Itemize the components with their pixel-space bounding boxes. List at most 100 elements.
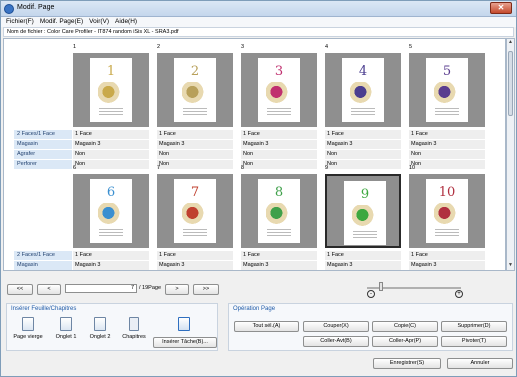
page-thumbnail[interactable]: 5 (409, 53, 485, 127)
page-setting-cell[interactable]: Magasin 3 (241, 261, 317, 270)
paste-after-button[interactable]: Coller-Apr(P) (372, 336, 438, 347)
page-setting-cell[interactable]: Non (409, 150, 485, 159)
select-all-button[interactable]: Tout sél.(A) (234, 321, 299, 332)
page-setting-cell[interactable]: Non (409, 160, 485, 169)
page-setting-cell[interactable]: 1 Face (73, 130, 149, 139)
delete-button[interactable]: Supprimer(D) (441, 321, 507, 332)
tab-page-icon (60, 317, 72, 331)
page-setting-cell[interactable]: Magasin 3 (409, 140, 485, 149)
page-preview: 4 (342, 58, 384, 122)
chapters-tool[interactable]: Chapitres (115, 317, 153, 340)
page-setting-cell[interactable]: Non (73, 160, 149, 169)
page-settings: 1 FaceMagasin 3NonNon (409, 251, 485, 270)
page-setting-cell[interactable]: 1 Face (73, 251, 149, 260)
page-illustration (98, 203, 124, 225)
page-setting-cell[interactable]: Magasin 3 (73, 261, 149, 270)
page-setting-cell[interactable]: 1 Face (241, 130, 317, 139)
page-setting-cell[interactable]: Magasin 3 (241, 140, 317, 149)
scroll-down-arrow-icon[interactable]: ▼ (507, 262, 514, 270)
page-text-line (267, 111, 291, 112)
row-labels-1: 2 Faces/1 Face Magasin Agrafer Perforer (14, 130, 72, 170)
page-thumbnail[interactable]: 3 (241, 53, 317, 127)
page-setting-cell[interactable]: 1 Face (241, 251, 317, 260)
page-thumbnail[interactable]: 10 (409, 174, 485, 248)
page-text-line (183, 232, 207, 233)
page-number-input[interactable]: 7 (65, 284, 137, 293)
page-text-line (99, 229, 123, 230)
page-setting-cell[interactable]: Non (325, 160, 401, 169)
page-thumbnail[interactable]: 4 (325, 53, 401, 127)
page-setting-cell[interactable]: Magasin 3 (73, 140, 149, 149)
page-thumbnail[interactable]: 6 (73, 174, 149, 248)
page-digit: 4 (358, 64, 368, 79)
prev-page-button[interactable]: < (37, 284, 61, 295)
page-number-label: 5 (409, 44, 413, 50)
page-preview: 2 (174, 58, 216, 122)
save-button[interactable]: Enregistrer(S) (373, 358, 441, 369)
last-page-button[interactable]: >> (193, 284, 219, 295)
page-setting-cell[interactable]: Non (241, 160, 317, 169)
page-thumbnail[interactable]: 7 (157, 174, 233, 248)
page-setting-cell[interactable]: Non (73, 150, 149, 159)
tab1-tool[interactable]: Onglet 1 (47, 317, 85, 340)
page-setting-cell[interactable]: Magasin 3 (157, 140, 233, 149)
page-thumbnail[interactable]: 9 (325, 174, 401, 248)
page-setting-cell[interactable]: Magasin 3 (409, 261, 485, 270)
row-label-punch: Perforer (14, 160, 72, 169)
page-setting-cell[interactable]: Non (241, 150, 317, 159)
first-page-button[interactable]: << (7, 284, 33, 295)
page-number-label: 1 (73, 44, 77, 50)
menu-modif-page[interactable]: Modif. Page(E) (40, 17, 83, 27)
rotate-button[interactable]: Pivoter(T) (441, 336, 507, 347)
menu-fichier[interactable]: Fichier(F) (6, 17, 34, 27)
page-setting-cell[interactable]: Magasin 3 (325, 261, 401, 270)
page-setting-cell[interactable]: Magasin 3 (157, 261, 233, 270)
page-digit: 7 (190, 185, 200, 200)
page-setting-cell[interactable]: 1 Face (325, 130, 401, 139)
menu-voir[interactable]: Voir(V) (89, 17, 109, 27)
menu-aide[interactable]: Aide(H) (115, 17, 137, 27)
page-text-line (99, 114, 123, 115)
blank-page-tool[interactable]: Page vierge (9, 317, 47, 340)
page-setting-cell[interactable]: 1 Face (409, 251, 485, 260)
copy-button[interactable]: Copie(C) (372, 321, 438, 332)
page-digit: 5 (442, 64, 452, 79)
page-setting-cell[interactable]: Non (157, 150, 233, 159)
page-illustration (350, 82, 376, 104)
page-text-line (99, 111, 123, 112)
page-settings: 1 FaceMagasin 3NonNon (409, 130, 485, 170)
scroll-up-arrow-icon[interactable]: ▲ (507, 39, 514, 47)
page-setting-cell[interactable]: Non (325, 150, 401, 159)
page-setting-cell[interactable]: Magasin 3 (325, 140, 401, 149)
page-setting-cell[interactable]: 1 Face (409, 130, 485, 139)
insert-job-tool (159, 317, 209, 334)
zoom-in-icon[interactable]: + (455, 290, 463, 298)
page-setting-cell[interactable]: 1 Face (157, 130, 233, 139)
page-illustration (434, 82, 460, 104)
page-grid[interactable]: 2 Faces/1 Face Magasin Agrafer Perforer … (3, 38, 506, 271)
page-thumbnail[interactable]: 8 (241, 174, 317, 248)
page-settings: 1 FaceMagasin 3NonNon (73, 130, 149, 170)
page-thumbnail[interactable]: 2 (157, 53, 233, 127)
page-text-line (353, 231, 377, 232)
tab2-tool[interactable]: Onglet 2 (81, 317, 119, 340)
zoom-slider-thumb[interactable] (379, 282, 383, 291)
insert-job-button[interactable]: Insérer Tâche(B)... (153, 337, 217, 348)
cut-button[interactable]: Couper(X) (303, 321, 369, 332)
page-setting-cell[interactable]: Non (157, 160, 233, 169)
cancel-button[interactable]: Annuler (447, 358, 513, 369)
paste-before-button[interactable]: Coller-Avt(B) (303, 336, 369, 347)
next-page-button[interactable]: > (165, 284, 189, 295)
zoom-out-icon[interactable]: - (367, 290, 375, 298)
page-setting-cell[interactable]: 1 Face (325, 251, 401, 260)
page-text-line (183, 114, 207, 115)
scroll-thumb[interactable] (508, 51, 513, 116)
page-text-line (435, 108, 459, 109)
page-thumbnail[interactable]: 1 (73, 53, 149, 127)
vertical-scrollbar[interactable]: ▲ ▼ (506, 38, 515, 271)
page-text-line (351, 114, 375, 115)
page-illustration (266, 203, 292, 225)
close-button[interactable]: ✕ (490, 2, 512, 14)
page-setting-cell[interactable]: 1 Face (157, 251, 233, 260)
page-text-line (183, 111, 207, 112)
